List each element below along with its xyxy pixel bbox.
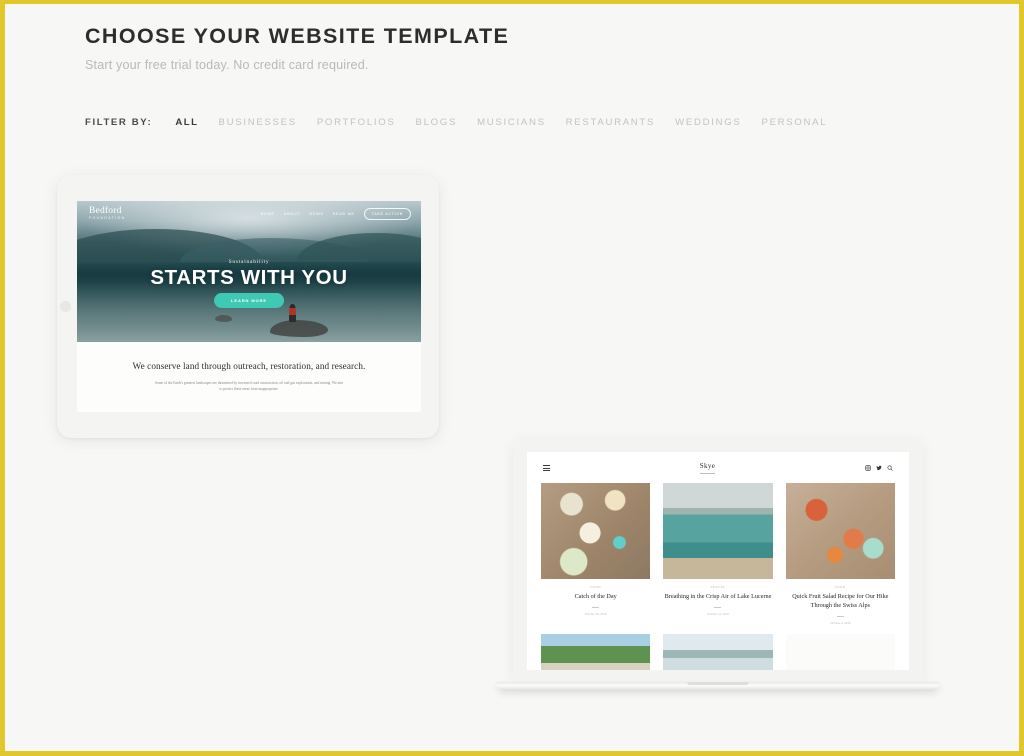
bedford-navbar: Bedford FOUNDATION HOME ABOUT NEWS READ … [77,205,421,221]
filter-bar: FILTER BY: ALL BUSINESSES PORTFOLIOS BLO… [5,117,1019,128]
skye-post-card[interactable]: FOOD Quick Fruit Salad Recipe for Our Hi… [785,482,895,626]
page-title: CHOOSE YOUR WEBSITE TEMPLATE [85,24,510,48]
post-separator [592,606,600,608]
bedford-section-body: Some of the Earth's greatest landscapes … [154,380,344,392]
post-category: TRAVEL [710,584,726,589]
bedford-screen: Bedford FOUNDATION HOME ABOUT NEWS READ … [77,200,421,412]
skye-logo-rule [699,472,715,474]
post-separator [836,615,844,617]
bedford-nav-about[interactable]: ABOUT [284,212,301,216]
bedford-intro-section: We conserve land through outreach, resto… [77,342,421,412]
post-separator [714,606,722,608]
template-card-skye[interactable]: Skye FOOD Catch of the Day October 28, 2… [496,438,940,691]
post-category: FOOD [834,584,846,589]
hamburger-icon[interactable] [543,465,550,472]
filter-item-businesses[interactable]: BUSINESSES [219,117,297,128]
filter-item-personal[interactable]: PERSONAL [761,117,827,128]
post-meta: October 28, 2016 [584,612,607,617]
skye-logo-text: Skye [699,461,716,470]
skye-post-grid: FOOD Catch of the Day October 28, 2016 T… [541,482,895,626]
bedford-nav-links: HOME ABOUT NEWS READ ME TAKE ACTION [261,207,411,220]
post-title: Catch of the Day [574,592,617,600]
bedford-take-action-button[interactable]: TAKE ACTION [363,207,411,220]
bedford-nav-news[interactable]: NEWS [309,212,323,216]
post-meta: October 12, 2016 [707,612,729,617]
search-icon[interactable] [887,465,893,471]
post-category: FOOD [590,584,602,589]
twitter-icon[interactable] [876,465,882,471]
instagram-icon[interactable] [865,465,871,471]
post-thumbnail [663,482,773,579]
post-thumbnail [785,482,895,579]
filter-item-blogs[interactable]: BLOGS [416,117,458,128]
skye-site: Skye FOOD Catch of the Day October 28, 2… [527,451,909,670]
skye-header-icons [865,465,893,471]
bedford-logo-name: Bedford [89,205,122,216]
laptop-lid: Skye FOOD Catch of the Day October 28, 2… [513,438,923,682]
skye-post-card[interactable]: FOOD Catch of the Day October 28, 2016 [541,482,651,626]
skye-logo[interactable]: Skye [699,461,716,474]
post-meta: October 4, 2016 [830,621,851,626]
skye-post-grid-row2 [541,634,895,670]
bedford-learn-more-button[interactable]: LEARN MORE [214,292,284,308]
bedford-headline: STARTS WITH YOU [150,265,348,289]
skye-screen: Skye FOOD Catch of the Day October 28, 2… [527,451,909,670]
post-thumbnail[interactable] [785,634,895,670]
bedford-nav-home[interactable]: HOME [261,212,275,216]
filter-item-musicians[interactable]: MUSICIANS [477,117,546,128]
bedford-logo-sub: FOUNDATION [89,216,126,221]
filter-item-portfolios[interactable]: PORTFOLIOS [317,117,396,128]
post-thumbnail [541,482,651,579]
template-grid: Bedford FOUNDATION HOME ABOUT NEWS READ … [5,128,1019,691]
template-card-bedford[interactable]: Bedford FOUNDATION HOME ABOUT NEWS READ … [57,174,439,438]
laptop-base [496,681,940,691]
person-silhouette [288,304,297,323]
post-title: Quick Fruit Salad Recipe for Our Hike Th… [792,592,889,609]
post-title: Breathing in the Crisp Air of Lake Lucer… [664,592,772,600]
bedford-logo[interactable]: Bedford FOUNDATION [89,205,126,221]
skye-header: Skye [541,452,895,483]
bedford-section-heading: We conserve land through outreach, resto… [132,360,366,371]
filter-label: FILTER BY: [85,116,153,128]
post-thumbnail[interactable] [663,634,773,670]
post-thumbnail[interactable] [541,634,651,670]
filter-item-all[interactable]: ALL [175,117,198,128]
mountain-shape [297,233,421,262]
bedford-hero: Bedford FOUNDATION HOME ABOUT NEWS READ … [77,200,421,343]
page-subtitle: Start your free trial today. No credit c… [85,57,369,72]
skye-post-card[interactable]: TRAVEL Breathing in the Crisp Air of Lak… [663,482,773,626]
filter-item-weddings[interactable]: WEDDINGS [675,117,741,128]
bedford-nav-readme[interactable]: READ ME [333,212,355,216]
filter-item-restaurants[interactable]: RESTAURANTS [566,117,655,128]
bedford-kicker: Sustainability [228,258,270,265]
page-header: CHOOSE YOUR WEBSITE TEMPLATE Start your … [5,4,1019,72]
